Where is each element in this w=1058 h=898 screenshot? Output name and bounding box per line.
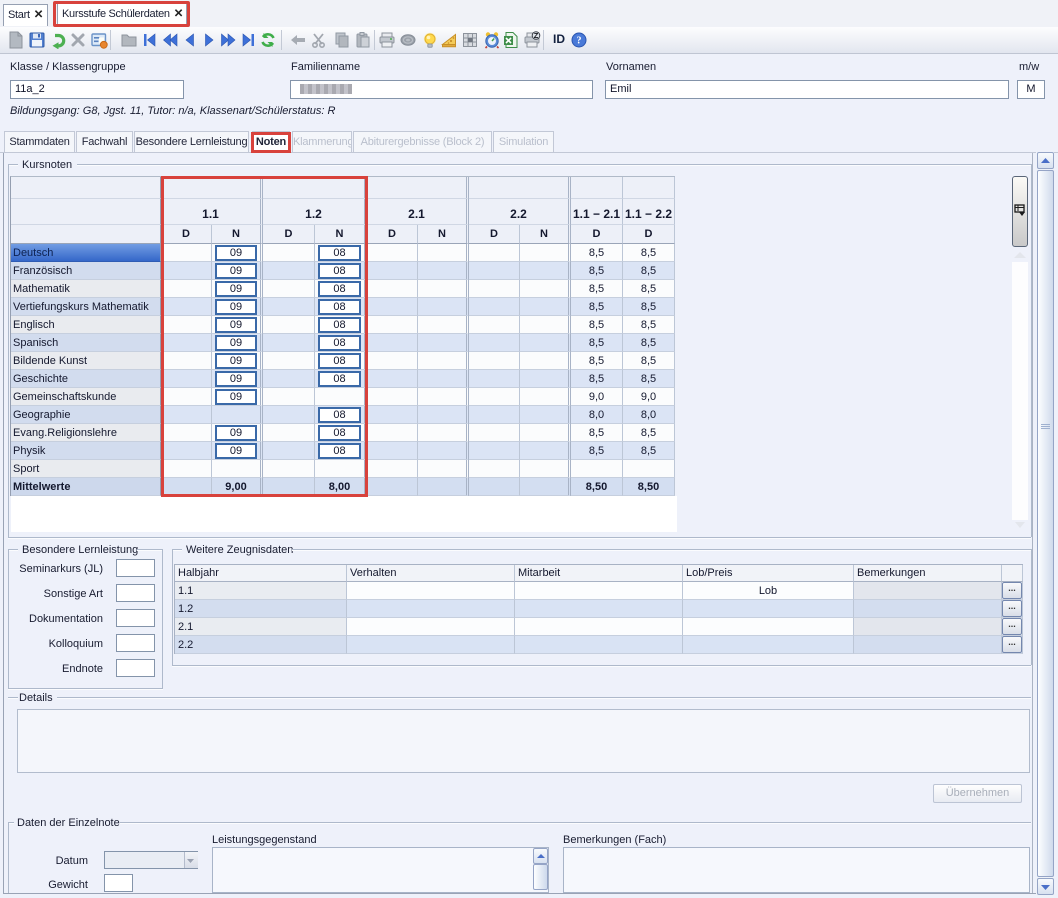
svg-text:?: ? (577, 36, 582, 47)
svg-text:Z: Z (534, 31, 539, 40)
